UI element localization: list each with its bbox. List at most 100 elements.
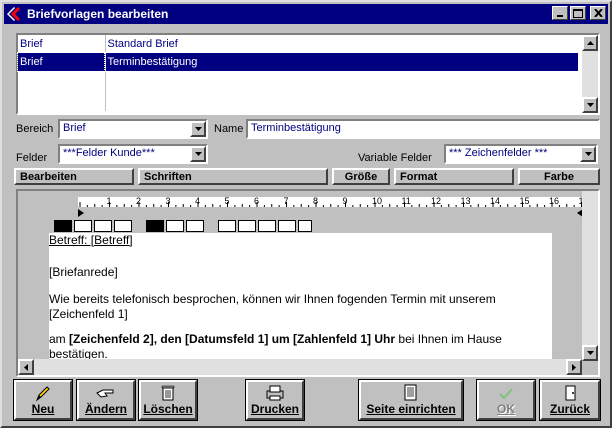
tab-decimal-icon[interactable] bbox=[278, 220, 296, 232]
chevron-down-icon bbox=[194, 127, 202, 131]
align-justify-icon[interactable] bbox=[114, 220, 132, 232]
drucken-label: Drucken bbox=[250, 402, 300, 416]
bearbeiten-button[interactable]: Bearbeiten bbox=[14, 168, 134, 185]
list-item-type: Brief bbox=[18, 35, 106, 53]
loeschen-button[interactable]: Löschen bbox=[139, 380, 197, 420]
neu-label: Neu bbox=[31, 402, 55, 416]
ruler-label: 14 bbox=[490, 196, 500, 206]
title-bar: Briefvorlagen bearbeiten bbox=[4, 4, 608, 24]
arrow-down-icon bbox=[586, 351, 594, 355]
bereich-select[interactable]: Brief bbox=[58, 119, 208, 139]
align-left-icon[interactable] bbox=[54, 220, 72, 232]
single-spacing-icon[interactable] bbox=[146, 220, 164, 232]
betreff-line: Betreff: [Betreff] bbox=[49, 233, 133, 247]
name-field[interactable]: Terminbestätigung bbox=[246, 119, 600, 139]
neu-button[interactable]: Neu bbox=[14, 380, 72, 420]
ruler-label: 12 bbox=[431, 196, 441, 206]
name-label: Name bbox=[214, 123, 244, 135]
tab-left-icon[interactable] bbox=[218, 220, 236, 232]
list-scrollbar[interactable] bbox=[582, 35, 598, 113]
felder-select[interactable]: ***Felder Kunde*** bbox=[58, 144, 208, 164]
double-spacing-icon[interactable] bbox=[186, 220, 204, 232]
aendern-label: Ändern bbox=[85, 402, 127, 416]
paragraph-2-prefix: am bbox=[49, 332, 70, 346]
list-item-name: Terminbestätigung bbox=[104, 52, 579, 72]
scroll-down-button[interactable] bbox=[582, 97, 598, 113]
hand-edit-icon bbox=[96, 389, 114, 398]
felder-value: ***Felder Kunde*** bbox=[63, 147, 155, 159]
checkmark-icon bbox=[499, 388, 513, 400]
door-exit-icon bbox=[565, 385, 576, 401]
document-page[interactable]: Betreff: [Betreff] [Briefanrede] Wie ber… bbox=[49, 233, 552, 377]
scroll-right-button[interactable] bbox=[566, 359, 582, 375]
tab-right-icon[interactable] bbox=[258, 220, 276, 232]
template-list[interactable]: Brief Standard Brief Brief Terminbestäti… bbox=[16, 33, 600, 115]
dialog-window: Briefvorlagen bearbeiten Brief Standard … bbox=[0, 0, 612, 428]
seite-einrichten-button[interactable]: Seite einrichten bbox=[359, 380, 463, 420]
seite-einrichten-label: Seite einrichten bbox=[366, 402, 456, 416]
editor-horizontal-scrollbar[interactable] bbox=[18, 359, 582, 375]
ok-button[interactable]: OK bbox=[477, 380, 535, 420]
zurueck-button[interactable]: Zurück bbox=[540, 380, 600, 420]
ruler-label: 8 bbox=[313, 196, 318, 206]
paragraph-2: am [Zeichenfeld 2], den [Datumsfeld 1] u… bbox=[49, 332, 552, 362]
farbe-button[interactable]: Farbe bbox=[518, 168, 600, 185]
ruler-label: 10 bbox=[372, 196, 382, 206]
trash-icon bbox=[161, 385, 175, 401]
format-button[interactable]: Format bbox=[394, 168, 514, 185]
window-title: Briefvorlagen bearbeiten bbox=[27, 7, 169, 21]
ruler-label: 16 bbox=[549, 196, 559, 206]
scroll-up-button[interactable] bbox=[582, 35, 598, 51]
editor-vertical-scrollbar[interactable] bbox=[582, 191, 598, 361]
variable-felder-dropdown-button[interactable] bbox=[580, 146, 596, 162]
ruler-label: 4 bbox=[195, 196, 200, 206]
chevron-down-icon bbox=[194, 152, 202, 156]
align-right-icon[interactable] bbox=[94, 220, 112, 232]
bereich-label: Bereich bbox=[16, 123, 54, 135]
maximize-icon bbox=[573, 8, 583, 18]
variable-felder-value: *** Zeichenfelder *** bbox=[449, 147, 548, 159]
maximize-button[interactable] bbox=[570, 6, 586, 20]
list-item-selected[interactable]: Brief Terminbestätigung bbox=[17, 52, 579, 72]
left-indent-marker[interactable] bbox=[78, 209, 84, 217]
bereich-value: Brief bbox=[63, 122, 86, 134]
scroll-down-button[interactable] bbox=[582, 345, 598, 361]
one-half-spacing-icon[interactable] bbox=[166, 220, 184, 232]
bereich-dropdown-button[interactable] bbox=[190, 121, 206, 137]
groesse-button[interactable]: Größe bbox=[332, 168, 390, 185]
arrow-up-icon bbox=[586, 41, 594, 45]
scroll-left-button[interactable] bbox=[18, 359, 34, 375]
drucken-button[interactable]: Drucken bbox=[246, 380, 304, 420]
ruler-label: 9 bbox=[343, 196, 348, 206]
align-center-icon[interactable] bbox=[74, 220, 92, 232]
ruler-label: 15 bbox=[520, 196, 530, 206]
text-editor[interactable]: 1234567891011121314151617 Betreff: [Betr… bbox=[16, 189, 600, 377]
ruler-label: 11 bbox=[402, 196, 411, 206]
felder-dropdown-button[interactable] bbox=[190, 146, 206, 162]
anrede-line: [Briefanrede] bbox=[49, 265, 118, 279]
ruler-label: 7 bbox=[284, 196, 289, 206]
close-icon bbox=[593, 9, 603, 17]
ruler-scale: 1234567891011121314151617 bbox=[78, 196, 589, 217]
printer-icon bbox=[266, 385, 284, 401]
aendern-button[interactable]: Ändern bbox=[77, 380, 135, 420]
ruler-label: 1 bbox=[107, 196, 112, 206]
list-item[interactable]: Brief Standard Brief bbox=[18, 35, 578, 53]
close-button[interactable] bbox=[590, 6, 606, 20]
paragraph-format-bar bbox=[54, 219, 312, 233]
paragraph-1: Wie bereits telefonisch besprochen, könn… bbox=[49, 292, 496, 321]
paragraph-2-fields: [Zeichenfeld 2], den [Datumsfeld 1] um [… bbox=[69, 332, 396, 346]
ruler-label: 5 bbox=[225, 196, 230, 206]
ruler-label: 2 bbox=[136, 196, 141, 206]
ruler-label: 13 bbox=[461, 196, 471, 206]
minimize-button[interactable] bbox=[552, 6, 568, 20]
ok-label: OK bbox=[497, 402, 515, 416]
variable-felder-label: Variable Felder bbox=[358, 152, 432, 164]
zurueck-label: Zurück bbox=[549, 402, 590, 416]
ruler[interactable]: 1234567891011121314151617 bbox=[18, 191, 598, 219]
tab-center-icon[interactable] bbox=[238, 220, 256, 232]
tab-bar-icon[interactable] bbox=[298, 220, 312, 232]
arrow-down-icon bbox=[586, 103, 594, 107]
variable-felder-select[interactable]: *** Zeichenfelder *** bbox=[444, 144, 598, 164]
schriften-button[interactable]: Schriften bbox=[138, 168, 328, 185]
